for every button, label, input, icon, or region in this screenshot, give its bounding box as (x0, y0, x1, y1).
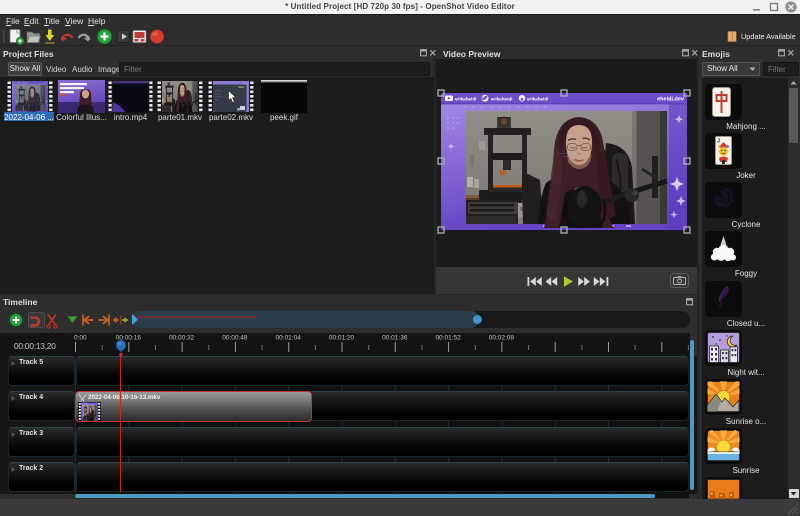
svg-text:J: J (717, 139, 720, 145)
svg-text:00:01:52: 00:01:52 (435, 335, 461, 342)
svg-text:00:00:32: 00:00:32 (169, 335, 195, 342)
svg-text:0:00: 0:00 (74, 335, 87, 342)
svg-text:00:01:04: 00:01:04 (276, 335, 302, 342)
svg-text:00:01:20: 00:01:20 (329, 335, 355, 342)
svg-text:00:01:36: 00:01:36 (382, 335, 408, 342)
svg-text:00:02:08: 00:02:08 (489, 335, 515, 342)
svg-text:00:00:48: 00:00:48 (222, 335, 248, 342)
